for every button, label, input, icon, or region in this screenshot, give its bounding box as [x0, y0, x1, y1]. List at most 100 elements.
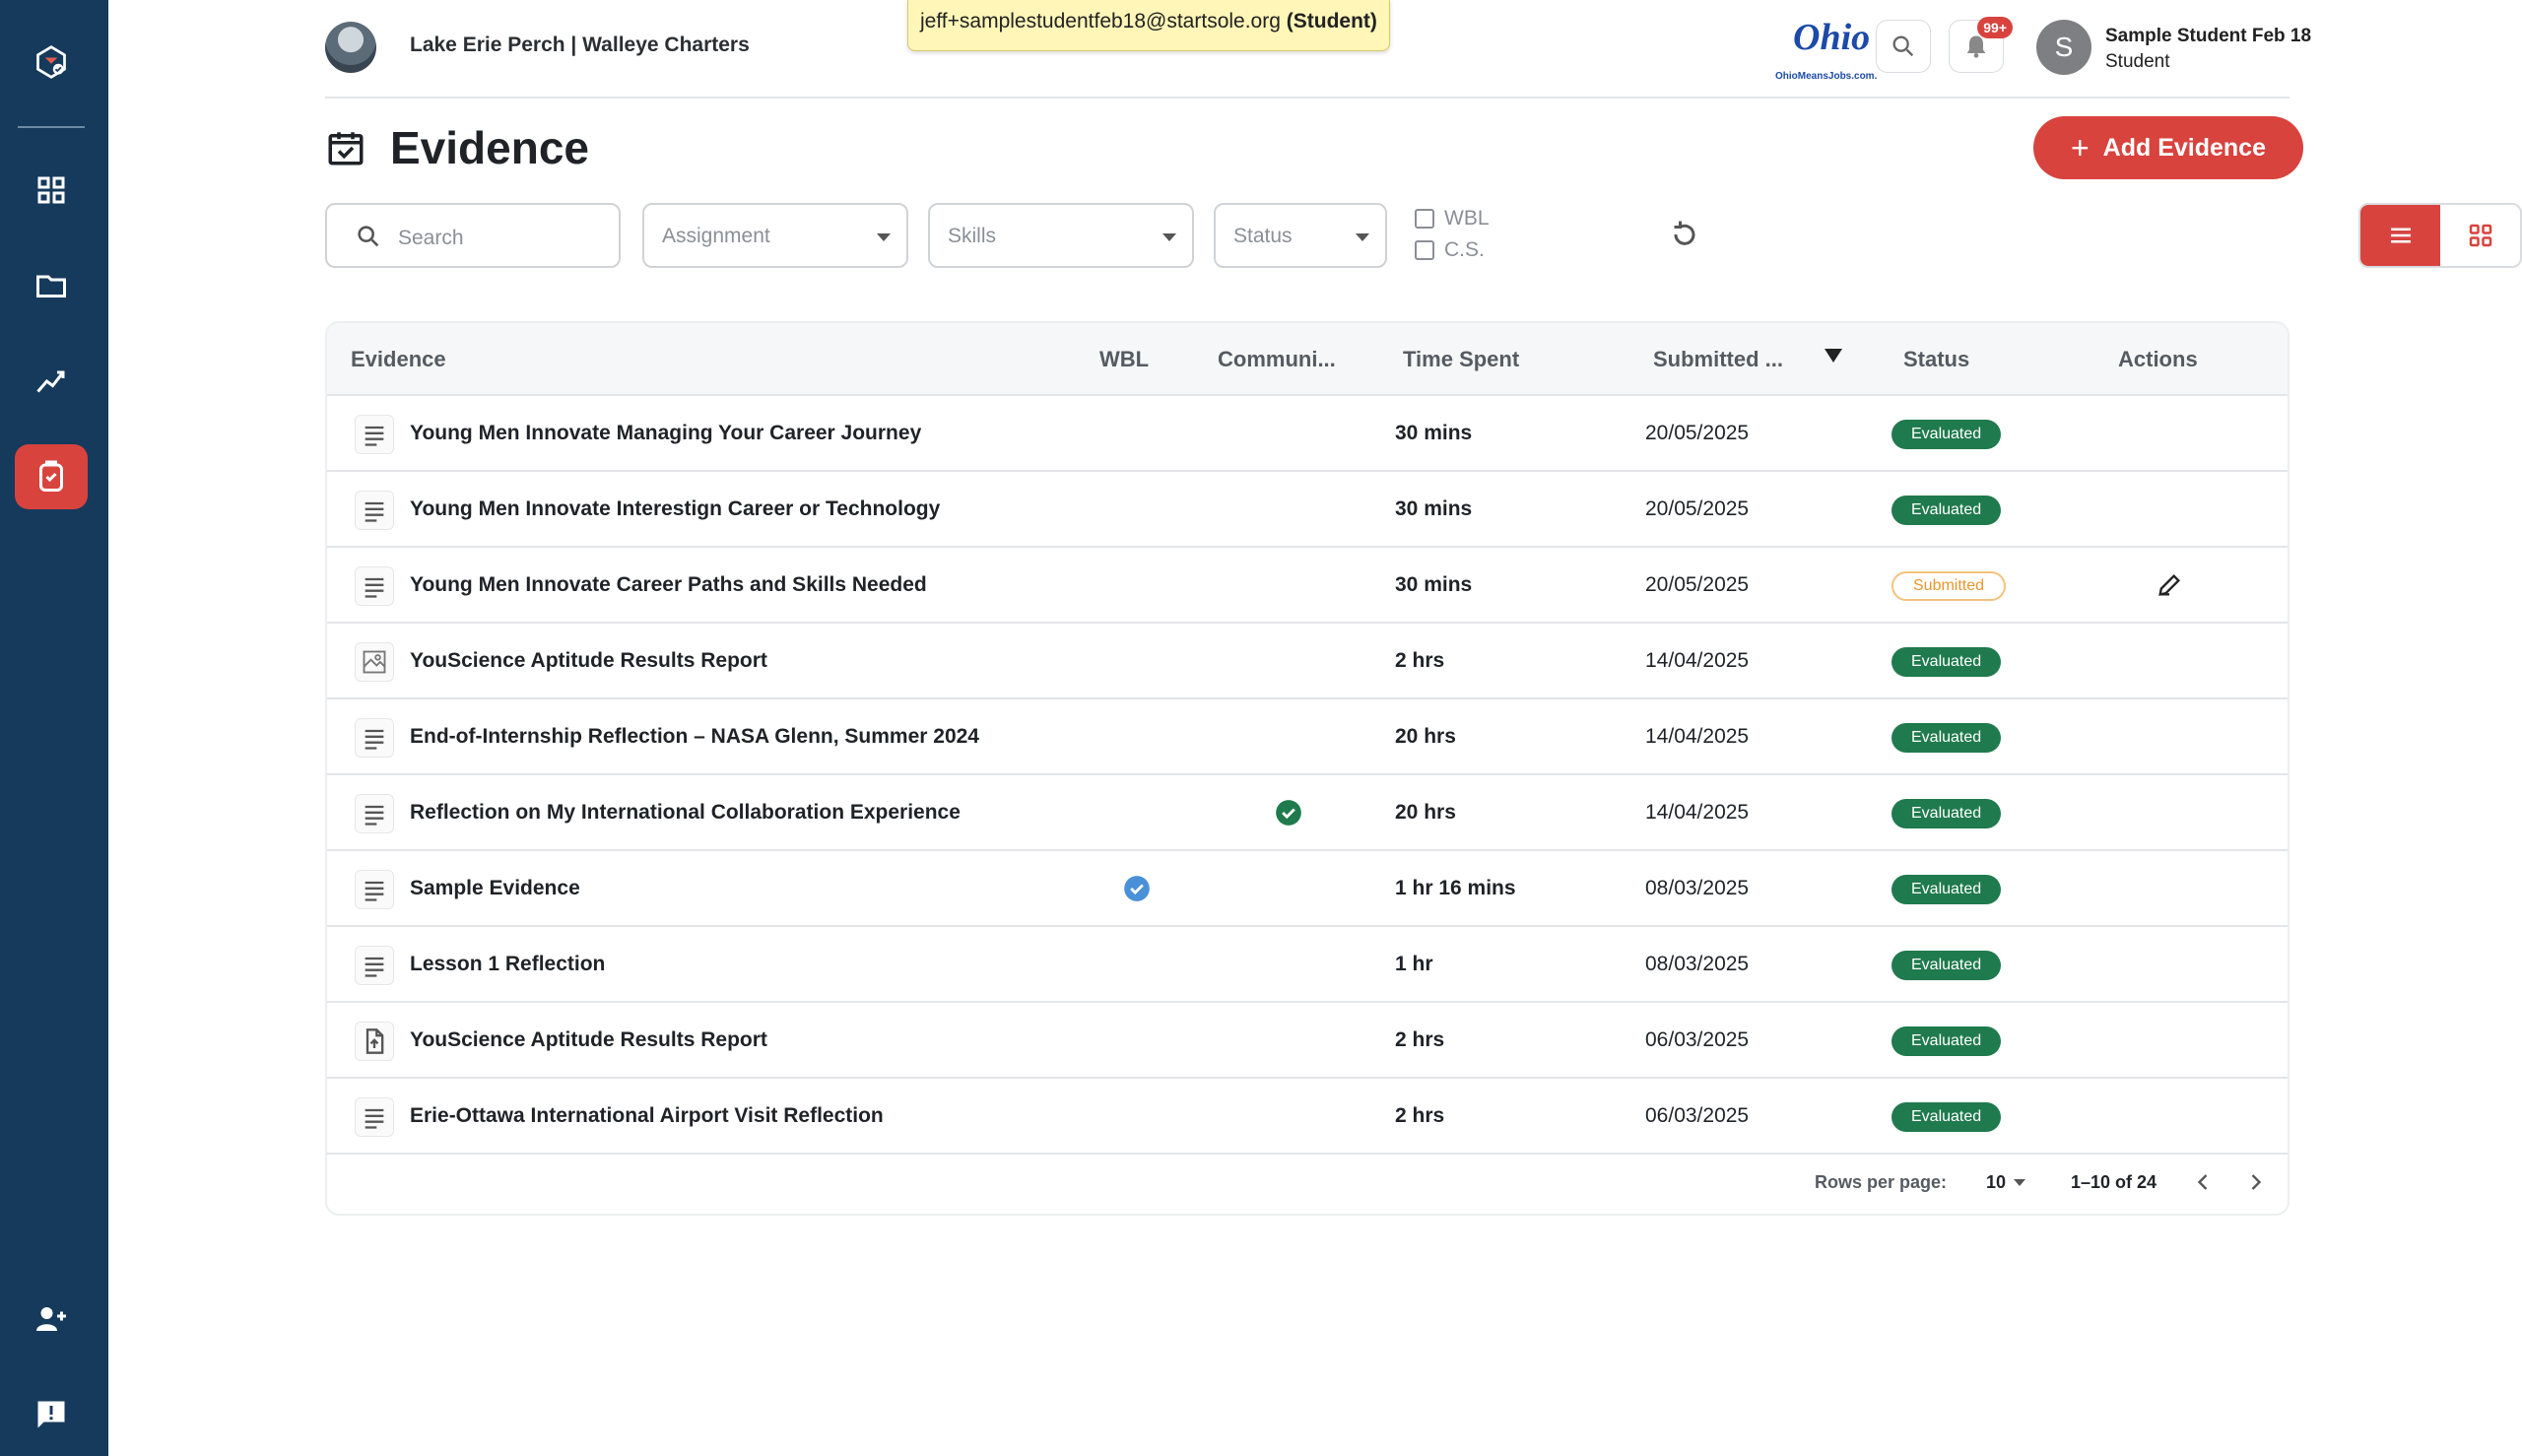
column-time-spent[interactable]: Time Spent: [1403, 347, 1519, 372]
assignment-placeholder: Assignment: [662, 225, 770, 247]
evidence-title[interactable]: YouScience Aptitude Results Report: [410, 1028, 767, 1052]
edit-icon[interactable]: [2156, 571, 2183, 599]
status-badge: Evaluated: [1892, 496, 2002, 525]
notification-badge: 99+: [1977, 17, 2013, 38]
checkbox-icon: [1415, 240, 1434, 260]
table-row[interactable]: YouScience Aptitude Results Report 2 hrs 0…: [327, 1003, 2288, 1079]
evidence-title[interactable]: Erie-Ottawa International Airport Visit …: [410, 1104, 884, 1128]
wbl-checkbox[interactable]: WBL: [1415, 207, 1490, 231]
table-row[interactable]: Sample Evidence 1 hr 16 mins 08/03/2025 Eva…: [327, 851, 2288, 927]
checkbox-icon: [1415, 209, 1434, 229]
cs-checkbox[interactable]: C.S.: [1415, 238, 1485, 262]
add-user-icon[interactable]: [15, 1287, 88, 1352]
file-upload-icon: [355, 1022, 394, 1061]
time-spent: 20 hrs: [1395, 725, 1456, 748]
add-evidence-label: Add Evidence: [2102, 133, 2266, 162]
grid-view-button[interactable]: [2440, 205, 2520, 266]
submitted-date: 14/04/2025: [1645, 649, 1750, 672]
evidence-title[interactable]: YouScience Aptitude Results Report: [410, 649, 767, 673]
feedback-icon[interactable]: [15, 1382, 88, 1447]
cs-checkbox-label: C.S.: [1444, 238, 1485, 261]
notifications-button[interactable]: 99+: [1949, 17, 2013, 73]
search-icon: [1892, 35, 1914, 57]
impersonation-banner: jeff+samplestudentfeb18@startsole.org (S…: [907, 0, 1390, 51]
impersonation-role: (Student): [1286, 10, 1377, 33]
status-badge: Evaluated: [1892, 647, 2002, 677]
assignment-select[interactable]: Assignment: [642, 203, 908, 268]
search-input[interactable]: Search: [325, 203, 621, 268]
table-row[interactable]: Young Men Innovate Interestign Career or…: [327, 472, 2288, 548]
ohio-logo-word: Ohio: [1793, 17, 1871, 58]
page-title: Evidence: [390, 122, 589, 173]
time-spent: 2 hrs: [1395, 1028, 1445, 1051]
chevron-left-icon[interactable]: [2189, 1168, 2217, 1196]
column-submitted[interactable]: Submitted ...: [1653, 347, 1783, 372]
sort-desc-icon[interactable]: [1825, 349, 1842, 363]
table-row[interactable]: End-of-Internship Reflection – NASA Glen…: [327, 699, 2288, 775]
dashboard-icon[interactable]: [15, 158, 88, 223]
pagination: Rows per page: 10 1–10 of 24: [327, 1147, 2288, 1214]
table-row[interactable]: Erie-Ottawa International Airport Visit …: [327, 1079, 2288, 1155]
submitted-date: 08/03/2025: [1645, 877, 1750, 899]
rows-per-page-select[interactable]: 10: [1986, 1172, 2006, 1193]
evidence-title[interactable]: Young Men Innovate Career Paths and Skil…: [410, 573, 927, 597]
column-evidence[interactable]: Evidence: [351, 347, 446, 372]
chevron-right-icon[interactable]: [2242, 1168, 2270, 1196]
app-logo-icon[interactable]: [15, 30, 88, 95]
chevron-down-icon: [877, 233, 891, 241]
user-name[interactable]: Sample Student Feb 18: [2105, 26, 2311, 47]
time-spent: 30 mins: [1395, 422, 1473, 444]
impersonation-email: jeff+samplestudentfeb18@startsole.org: [920, 10, 1281, 33]
submitted-date: 20/05/2025: [1645, 422, 1750, 444]
evidence-title[interactable]: Reflection on My International Collabora…: [410, 801, 961, 825]
skills-placeholder: Skills: [948, 225, 997, 247]
search-button[interactable]: [1876, 20, 1931, 73]
column-community[interactable]: Communi...: [1218, 347, 1336, 372]
community-check-icon: [1276, 800, 1301, 826]
submitted-date: 08/03/2025: [1645, 953, 1750, 975]
page-header: Evidence: [325, 116, 589, 179]
list-view-button[interactable]: [2360, 205, 2440, 266]
evidence-table: Evidence WBL Communi... Time Spent Submi…: [325, 321, 2290, 1216]
wbl-check-icon: [1124, 876, 1150, 901]
user-role: Student: [2105, 51, 2170, 72]
search-icon: [358, 226, 379, 247]
text-lines-icon: [355, 718, 394, 758]
org-avatar[interactable]: [325, 22, 376, 73]
evidence-title[interactable]: Sample Evidence: [410, 877, 580, 900]
evidence-title[interactable]: End-of-Internship Reflection – NASA Glen…: [410, 725, 979, 749]
chevron-down-icon: [1162, 233, 1176, 241]
table-row[interactable]: YouScience Aptitude Results Report 2 hrs 1…: [327, 624, 2288, 699]
column-status[interactable]: Status: [1903, 347, 1969, 372]
add-evidence-button[interactable]: + Add Evidence: [2033, 116, 2303, 179]
table-row[interactable]: Young Men Innovate Career Paths and Skil…: [327, 548, 2288, 624]
evidence-title[interactable]: Lesson 1 Reflection: [410, 953, 605, 976]
column-wbl[interactable]: WBL: [1099, 347, 1149, 372]
time-spent: 30 mins: [1395, 497, 1473, 520]
time-spent: 1 hr: [1395, 953, 1433, 975]
evidence-title[interactable]: Young Men Innovate Managing Your Career …: [410, 422, 921, 445]
list-icon: [2390, 228, 2411, 243]
org-name[interactable]: Lake Erie Perch | Walleye Charters: [410, 33, 750, 57]
folder-icon[interactable]: [15, 253, 88, 318]
text-lines-icon: [355, 491, 394, 530]
status-select[interactable]: Status: [1214, 203, 1387, 268]
submitted-date: 06/03/2025: [1645, 1028, 1750, 1051]
table-row[interactable]: Young Men Innovate Managing Your Career …: [327, 396, 2288, 472]
chevron-down-icon[interactable]: [2014, 1179, 2025, 1186]
page-range: 1–10 of 24: [2071, 1172, 2157, 1192]
analytics-icon[interactable]: [15, 349, 88, 414]
skills-select[interactable]: Skills: [928, 203, 1194, 268]
submitted-date: 20/05/2025: [1645, 497, 1750, 520]
evidence-nav-icon[interactable]: [15, 444, 88, 509]
main: Lake Erie Perch | Walleye Charters Ohio …: [108, 0, 2522, 1456]
status-badge: Evaluated: [1892, 799, 2002, 828]
user-avatar[interactable]: S: [2036, 20, 2091, 75]
table-row[interactable]: Reflection on My International Collabora…: [327, 775, 2288, 851]
reset-icon[interactable]: [1667, 217, 1702, 252]
evidence-title[interactable]: Young Men Innovate Interestign Career or…: [410, 497, 940, 521]
plus-icon: +: [2070, 130, 2090, 165]
submitted-date: 20/05/2025: [1645, 573, 1750, 596]
table-row[interactable]: Lesson 1 Reflection 1 hr 08/03/2025 Evaluat…: [327, 927, 2288, 1003]
time-spent: 2 hrs: [1395, 649, 1445, 672]
